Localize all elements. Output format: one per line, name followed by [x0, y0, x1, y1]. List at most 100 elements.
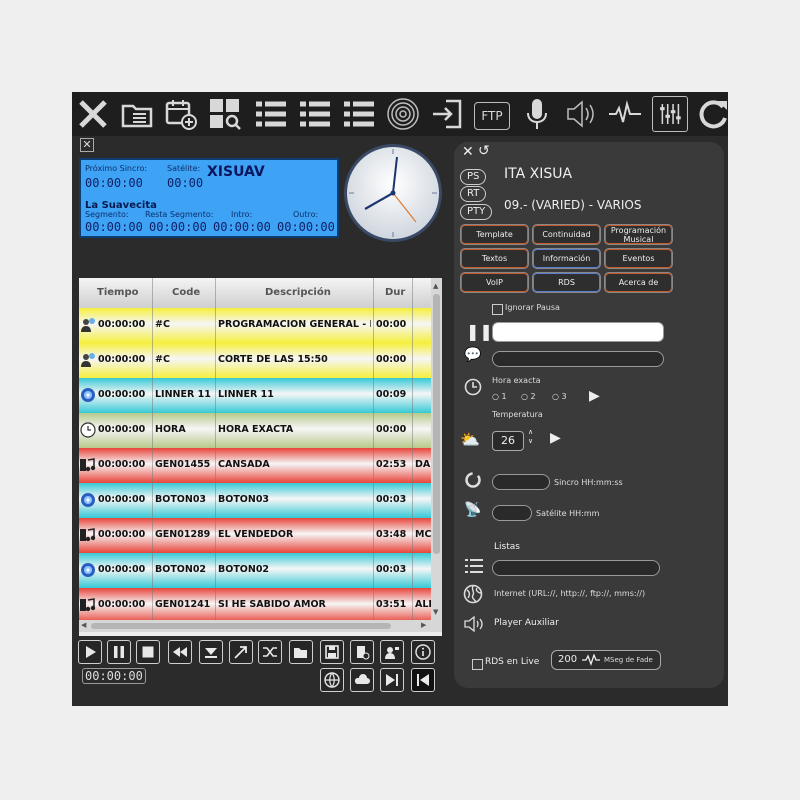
scroll-right-icon[interactable]: ▶: [421, 621, 426, 629]
rds-live-checkbox[interactable]: [472, 659, 483, 670]
rewind-icon[interactable]: [168, 640, 192, 664]
mixer-icon[interactable]: [652, 96, 688, 132]
cell-time: 00:00:00: [98, 354, 146, 365]
list-icon[interactable]: [340, 95, 378, 133]
table-row[interactable]: 00:00:00 BOTON03 BOTON03 00:03: [79, 483, 431, 518]
ftp-icon[interactable]: FTP: [474, 102, 510, 130]
scroll-down-icon[interactable]: ▼: [433, 608, 438, 616]
exact-time-radio-2[interactable]: ○ 2: [521, 392, 536, 401]
exact-time-radio-1[interactable]: ○ 1: [492, 392, 507, 401]
cell-time: 00:00:00: [98, 319, 146, 330]
tunnel-icon[interactable]: [384, 95, 422, 133]
table-row[interactable]: 00:00:00 #C CORTE DE LAS 15:50 00:00: [79, 343, 431, 378]
grid-search-icon[interactable]: [206, 95, 244, 133]
previous-icon[interactable]: [411, 668, 435, 692]
information-button[interactable]: Información: [532, 248, 601, 269]
cloud-icon[interactable]: [350, 668, 374, 692]
speaker-icon[interactable]: [562, 95, 600, 133]
vertical-scrollbar[interactable]: ▲ ▼: [431, 278, 442, 620]
shuffle-icon[interactable]: [258, 640, 282, 664]
scroll-left-icon[interactable]: ◀: [81, 621, 86, 629]
table-row[interactable]: 00:00:00 GEN01241 SI HE SABIDO AMOR 03:51 AL…: [79, 588, 431, 623]
about-button[interactable]: Acerca de: [604, 272, 673, 293]
ignore-pause-checkbox[interactable]: [492, 304, 503, 315]
cell-code: #C: [155, 354, 170, 365]
rds-button[interactable]: RDS: [532, 272, 601, 293]
list-icon[interactable]: [296, 95, 334, 133]
close-panel-icon[interactable]: ✕: [80, 138, 94, 152]
continuity-button[interactable]: Continuidad: [532, 224, 601, 245]
hscroll-thumb[interactable]: [91, 623, 391, 629]
music-icon: [80, 597, 96, 613]
list-icon[interactable]: [252, 95, 290, 133]
temperature-field[interactable]: 26: [492, 431, 524, 451]
play-temperature-icon[interactable]: ▶: [550, 430, 561, 446]
globe-icon[interactable]: [320, 668, 344, 692]
cell-description: CANSADA: [218, 459, 270, 470]
scroll-up-icon[interactable]: ▲: [433, 282, 438, 290]
delete-file-icon[interactable]: [350, 640, 374, 664]
segment-value: 00:00:00: [85, 220, 143, 234]
table-row[interactable]: 00:00:00 BOTON02 BOTON02 00:03: [79, 553, 431, 588]
next-icon[interactable]: [380, 668, 404, 692]
lists-field[interactable]: [492, 560, 660, 576]
music-programming-button[interactable]: Programación Musical: [604, 224, 673, 245]
play-icon[interactable]: [78, 640, 102, 664]
column-header-code[interactable]: Code: [172, 287, 200, 298]
waveform-icon[interactable]: [606, 95, 644, 133]
globe-icon: [463, 584, 483, 608]
cell-description: HORA EXACTA: [218, 424, 294, 435]
table-row[interactable]: 00:00:00 HORA HORA EXACTA 00:00: [79, 413, 431, 448]
texts-button[interactable]: Textos: [460, 248, 529, 269]
satellite-time-field[interactable]: [492, 505, 532, 521]
table-row[interactable]: 00:00:00 LINNER 11 LINNER 11 00:09: [79, 378, 431, 413]
column-header-time[interactable]: Tiempo: [97, 287, 138, 298]
cell-description: BOTON03: [218, 494, 270, 505]
refresh-icon[interactable]: [694, 95, 728, 133]
exact-time-radio-3[interactable]: ○ 3: [552, 392, 567, 401]
folder-open-icon[interactable]: [289, 640, 313, 664]
table-row[interactable]: 00:00:00 #C PROGRAMACION GENERAL - EM 00:00: [79, 308, 431, 343]
user-icon: [80, 317, 96, 333]
close-icon[interactable]: [74, 95, 112, 133]
cell-code: HORA: [155, 424, 186, 435]
pty-tag: PTY: [460, 204, 493, 220]
close-icon[interactable]: ✕: [462, 144, 474, 160]
user-voice-icon[interactable]: [380, 640, 404, 664]
pause-icon[interactable]: ❚❚: [466, 322, 493, 341]
down-triangle-icon[interactable]: [199, 640, 223, 664]
column-header-duration[interactable]: Dur: [385, 287, 405, 298]
user-icon: [80, 352, 96, 368]
cell-code: GEN01455: [155, 459, 211, 470]
lists-label: Listas: [494, 542, 520, 552]
info-icon[interactable]: [411, 640, 435, 664]
column-header-description[interactable]: Descripción: [265, 287, 331, 298]
calendar-add-icon[interactable]: [162, 95, 200, 133]
login-icon[interactable]: [428, 95, 466, 133]
table-row[interactable]: 00:00:00 GEN01289 EL VENDEDOR 03:48 MC: [79, 518, 431, 553]
events-button[interactable]: Eventos: [604, 248, 673, 269]
message-field[interactable]: [492, 351, 664, 367]
horizontal-scrollbar[interactable]: ◀ ▶: [79, 620, 442, 632]
cell-code: GEN01241: [155, 599, 211, 610]
table-row[interactable]: 00:00:00 GEN01455 CANSADA 02:53 DA: [79, 448, 431, 483]
temperature-stepper[interactable]: ∧ ∨: [528, 428, 533, 446]
cell-time: 00:00:00: [98, 599, 146, 610]
rt-text-field[interactable]: [492, 322, 664, 342]
microphone-icon[interactable]: [518, 95, 556, 133]
template-button[interactable]: Template: [460, 224, 529, 245]
sync-time-field[interactable]: [492, 474, 550, 490]
refresh-icon[interactable]: ↺: [478, 143, 490, 159]
scroll-thumb[interactable]: [433, 294, 440, 554]
playlist-folder-icon[interactable]: [118, 95, 156, 133]
arrow-up-right-icon[interactable]: [229, 640, 253, 664]
fade-control[interactable]: 200 MSeg de Fade: [551, 650, 661, 670]
pause-icon[interactable]: [107, 640, 131, 664]
rds-live-label: RDS en Live: [485, 657, 540, 667]
play-exact-time-icon[interactable]: ▶: [589, 388, 600, 404]
save-icon[interactable]: [320, 640, 344, 664]
stop-icon[interactable]: [136, 640, 160, 664]
pty-value: 09.- (VARIED) - VARIOS: [504, 198, 642, 212]
table-header: Tiempo Code Descripción Dur: [79, 278, 431, 309]
voip-button[interactable]: VoIP: [460, 272, 529, 293]
